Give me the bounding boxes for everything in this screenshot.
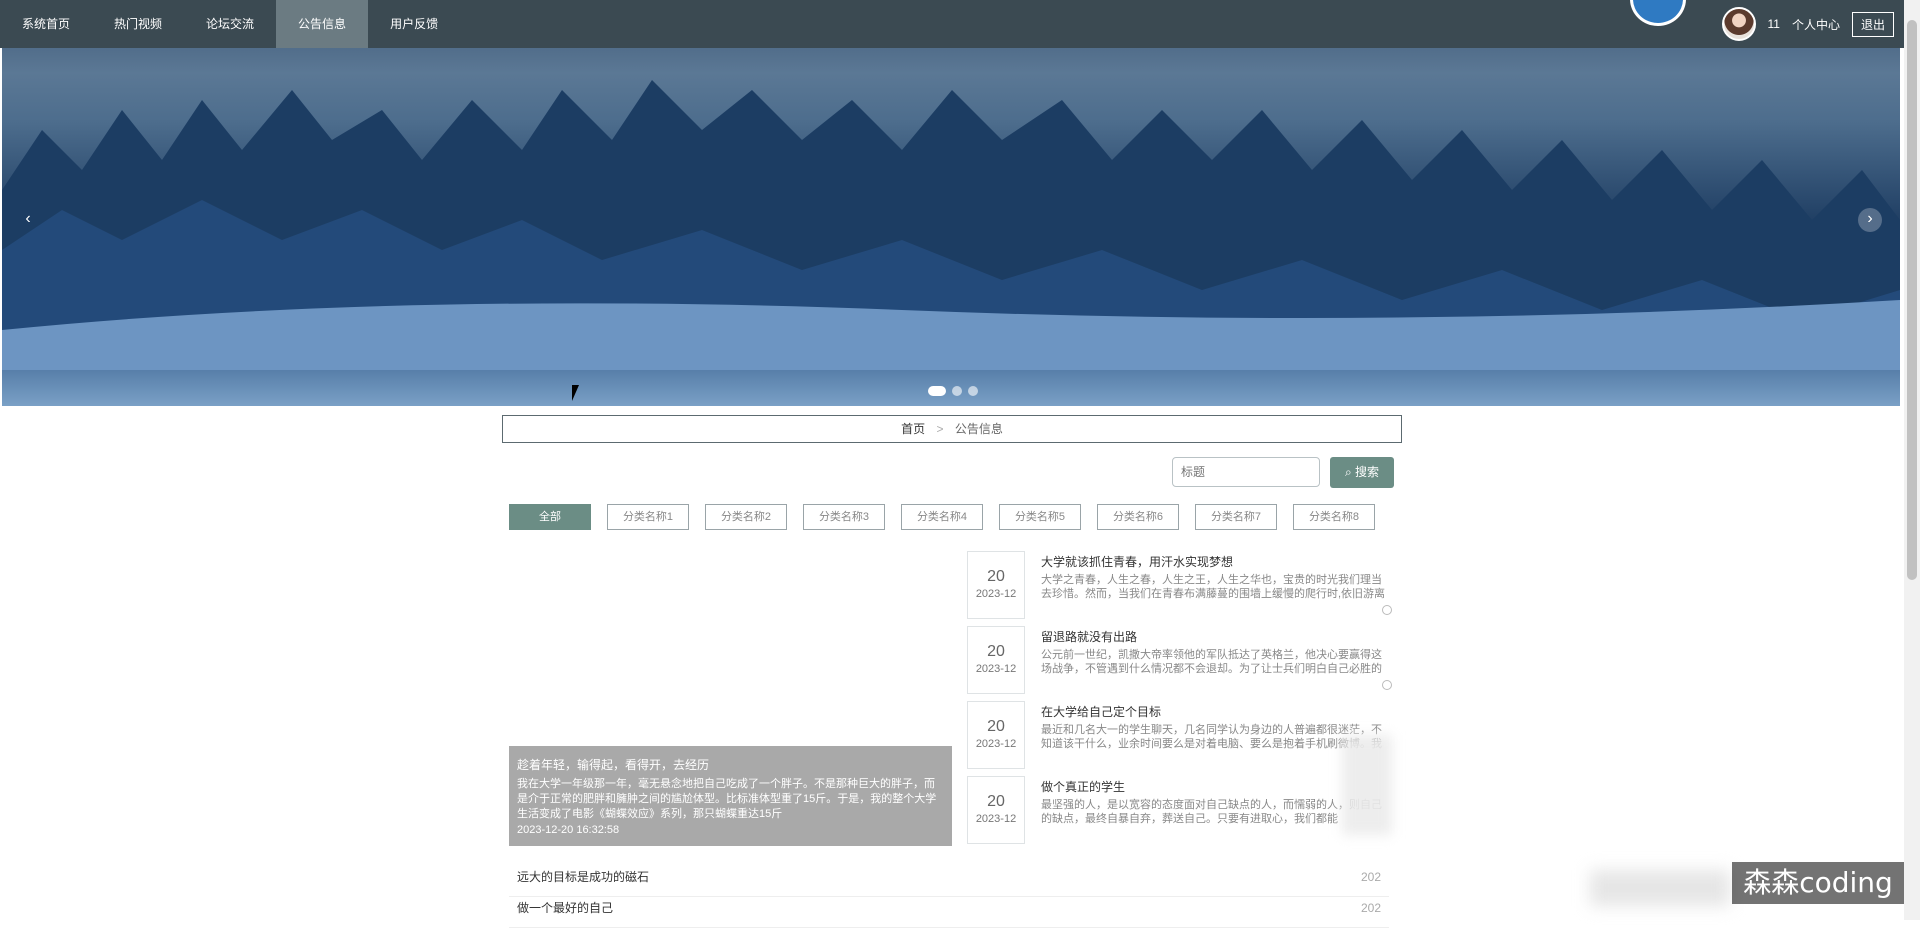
top-navbar: 系统首页 热门视频 论坛交流 公告信息 用户反馈 11 个人中心 退出 <box>0 0 1904 48</box>
list-item-title[interactable]: 远大的目标是成功的磁石 <box>517 866 649 896</box>
date-month: 2023-12 <box>975 663 1017 675</box>
breadcrumb-home[interactable]: 首页 <box>901 422 925 436</box>
banner-image <box>2 80 1900 370</box>
news-list: 20 2023-12 大学就该抓住青春，用汗水实现梦想 大学之青春，人生之春，人… <box>967 551 1392 851</box>
more-icon <box>1382 605 1392 615</box>
more-icon <box>1382 680 1392 690</box>
nav-item-home[interactable]: 系统首页 <box>0 0 92 48</box>
page-scrollbar[interactable] <box>1904 0 1920 920</box>
date-day: 20 <box>987 793 1005 810</box>
date-day: 20 <box>987 568 1005 585</box>
news-desc: 公元前一世纪，凯撒大帝率领他的军队抵达了英格兰，他决心要赢得这场战争，不管遇到什… <box>1041 649 1382 675</box>
chevron-left-icon: ‹ <box>25 210 31 227</box>
banner-carousel[interactable]: ‹ › <box>2 0 1900 406</box>
breadcrumb-current: 公告信息 <box>954 422 1003 436</box>
nav-item-notices[interactable]: 公告信息 <box>276 0 369 48</box>
chevron-right-icon: › <box>1867 210 1873 227</box>
category-tab[interactable]: 分类名称5 <box>999 504 1081 530</box>
list-item[interactable]: 远大的目标是成功的磁石 202 <box>509 866 1389 897</box>
date-box: 20 2023-12 <box>967 776 1025 844</box>
category-tab[interactable]: 分类名称4 <box>901 504 983 530</box>
category-tab[interactable]: 分类名称8 <box>1293 504 1375 530</box>
category-tab[interactable]: 全部 <box>509 504 591 530</box>
breadcrumb: 首页 > 公告信息 <box>502 415 1402 443</box>
banner-dot[interactable] <box>968 386 978 396</box>
featured-desc: 我在大学一年级那一年，毫无悬念地把自己吃成了一个胖子。不是那种巨大的胖子，而是介… <box>517 778 937 820</box>
news-title[interactable]: 大学就该抓住青春，用汗水实现梦想 <box>1041 553 1391 570</box>
logout-button[interactable]: 退出 <box>1851 11 1894 37</box>
main-nav: 系统首页 热门视频 论坛交流 公告信息 用户反馈 <box>0 0 460 48</box>
blur-overlay <box>1342 735 1392 835</box>
date-month: 2023-12 <box>975 738 1017 750</box>
nav-item-forum[interactable]: 论坛交流 <box>184 0 276 48</box>
category-tab[interactable]: 分类名称1 <box>607 504 689 530</box>
bottom-notice-list: 远大的目标是成功的磁石 202 做一个最好的自己 202 <box>509 866 1389 928</box>
list-item[interactable]: 20 2023-12 留退路就没有出路 公元前一世纪，凯撒大帝率领他的军队抵达了… <box>967 626 1392 701</box>
category-tab[interactable]: 分类名称6 <box>1097 504 1179 530</box>
list-item[interactable]: 做一个最好的自己 202 <box>509 897 1389 928</box>
list-item-date: 202 <box>1360 870 1381 884</box>
date-box: 20 2023-12 <box>967 626 1025 694</box>
category-tab[interactable]: 分类名称3 <box>803 504 885 530</box>
personal-center-link[interactable]: 个人中心 <box>1792 16 1840 33</box>
avatar[interactable] <box>1721 7 1756 41</box>
list-item-date: 202 <box>1360 901 1381 915</box>
news-desc: 大学之青春，人生之春，人生之王，人生之华也，宝贵的时光我们理当去珍惜。然而，当我… <box>1041 574 1386 600</box>
category-tabs: 全部 分类名称1 分类名称2 分类名称3 分类名称4 分类名称5 分类名称6 分… <box>509 504 1375 530</box>
list-item[interactable]: 20 2023-12 做个真正的学生 最坚强的人，是以宽容的态度面对自己缺点的人… <box>967 776 1392 851</box>
banner-dot[interactable] <box>952 386 962 396</box>
search-button-label: 搜索 <box>1355 465 1380 479</box>
news-desc: 最坚强的人，是以宽容的态度面对自己缺点的人，而懦弱的人，则自己的缺点，最终自暴自… <box>1041 799 1382 825</box>
date-box: 20 2023-12 <box>967 551 1025 619</box>
featured-date: 2023-12-20 16:32:58 <box>517 824 620 836</box>
username: 11 <box>1767 17 1780 31</box>
featured-notice[interactable]: 趁着年轻，输得起，看得开，去经历 我在大学一年级那一年，毫无悬念地把自己吃成了一… <box>509 746 952 846</box>
news-title[interactable]: 留退路就没有出路 <box>1041 628 1391 645</box>
watermark: 森森coding <box>1732 862 1904 904</box>
date-day: 20 <box>987 718 1005 735</box>
category-tab[interactable]: 分类名称2 <box>705 504 787 530</box>
search-icon: ⌕ <box>1344 465 1352 479</box>
news-title[interactable]: 做个真正的学生 <box>1041 778 1391 795</box>
date-box: 20 2023-12 <box>967 701 1025 769</box>
nav-item-feedback[interactable]: 用户反馈 <box>368 0 460 48</box>
banner-prev-button[interactable]: ‹ <box>16 208 40 232</box>
news-title[interactable]: 在大学给自己定个目标 <box>1041 703 1391 720</box>
category-tab[interactable]: 分类名称7 <box>1195 504 1277 530</box>
banner-next-button[interactable]: › <box>1858 208 1882 232</box>
banner-pagination <box>928 386 978 396</box>
user-area: 11 个人中心 退出 <box>1721 0 1894 48</box>
nav-item-videos[interactable]: 热门视频 <box>92 0 184 48</box>
blur-overlay <box>1590 870 1730 906</box>
search-button[interactable]: ⌕ 搜索 <box>1330 457 1394 488</box>
news-desc: 最近和几名大一的学生聊天，几名同学认为身边的人普遍都很迷茫，不知道该干什么，业余… <box>1041 724 1382 750</box>
featured-title: 趁着年轻，输得起，看得开，去经历 <box>517 758 710 772</box>
date-month: 2023-12 <box>975 588 1017 600</box>
breadcrumb-separator: > <box>936 422 944 436</box>
banner-dot[interactable] <box>928 386 946 396</box>
date-month: 2023-12 <box>975 813 1017 825</box>
list-item[interactable]: 20 2023-12 大学就该抓住青春，用汗水实现梦想 大学之青春，人生之春，人… <box>967 551 1392 626</box>
date-day: 20 <box>987 643 1005 660</box>
scrollbar-thumb[interactable] <box>1907 20 1917 580</box>
search-input[interactable] <box>1172 457 1320 487</box>
list-item[interactable]: 20 2023-12 在大学给自己定个目标 最近和几名大一的学生聊天，几名同学认… <box>967 701 1392 776</box>
list-item-title[interactable]: 做一个最好的自己 <box>517 897 613 927</box>
mouse-cursor-icon <box>572 385 579 401</box>
